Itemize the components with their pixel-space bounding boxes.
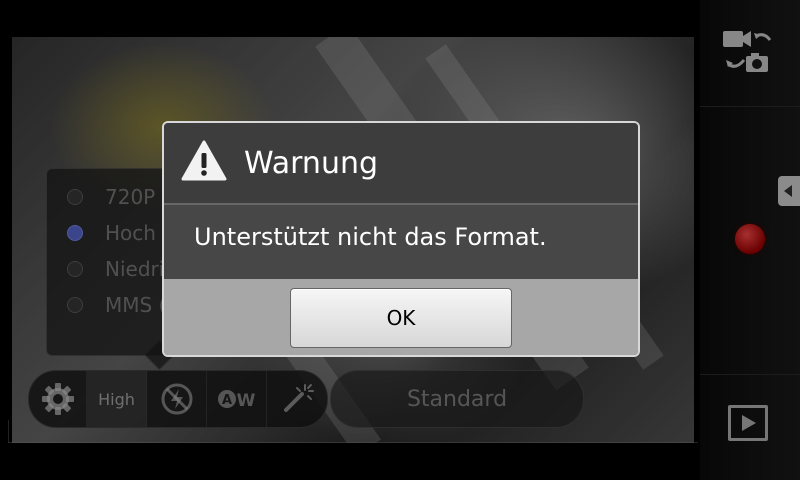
- dialog-message: Unterstützt nicht das Format.: [194, 223, 547, 251]
- dialog-divider: [164, 203, 638, 205]
- ok-button[interactable]: OK: [290, 288, 512, 348]
- dialog-button-bar: OK: [164, 279, 638, 355]
- dialog-header: Warnung: [164, 123, 638, 203]
- ok-button-label: OK: [386, 306, 416, 330]
- dialog-title: Warnung: [244, 145, 379, 181]
- warning-icon: [180, 139, 228, 187]
- alert-dialog: Warnung Unterstützt nicht das Format. OK: [162, 121, 640, 357]
